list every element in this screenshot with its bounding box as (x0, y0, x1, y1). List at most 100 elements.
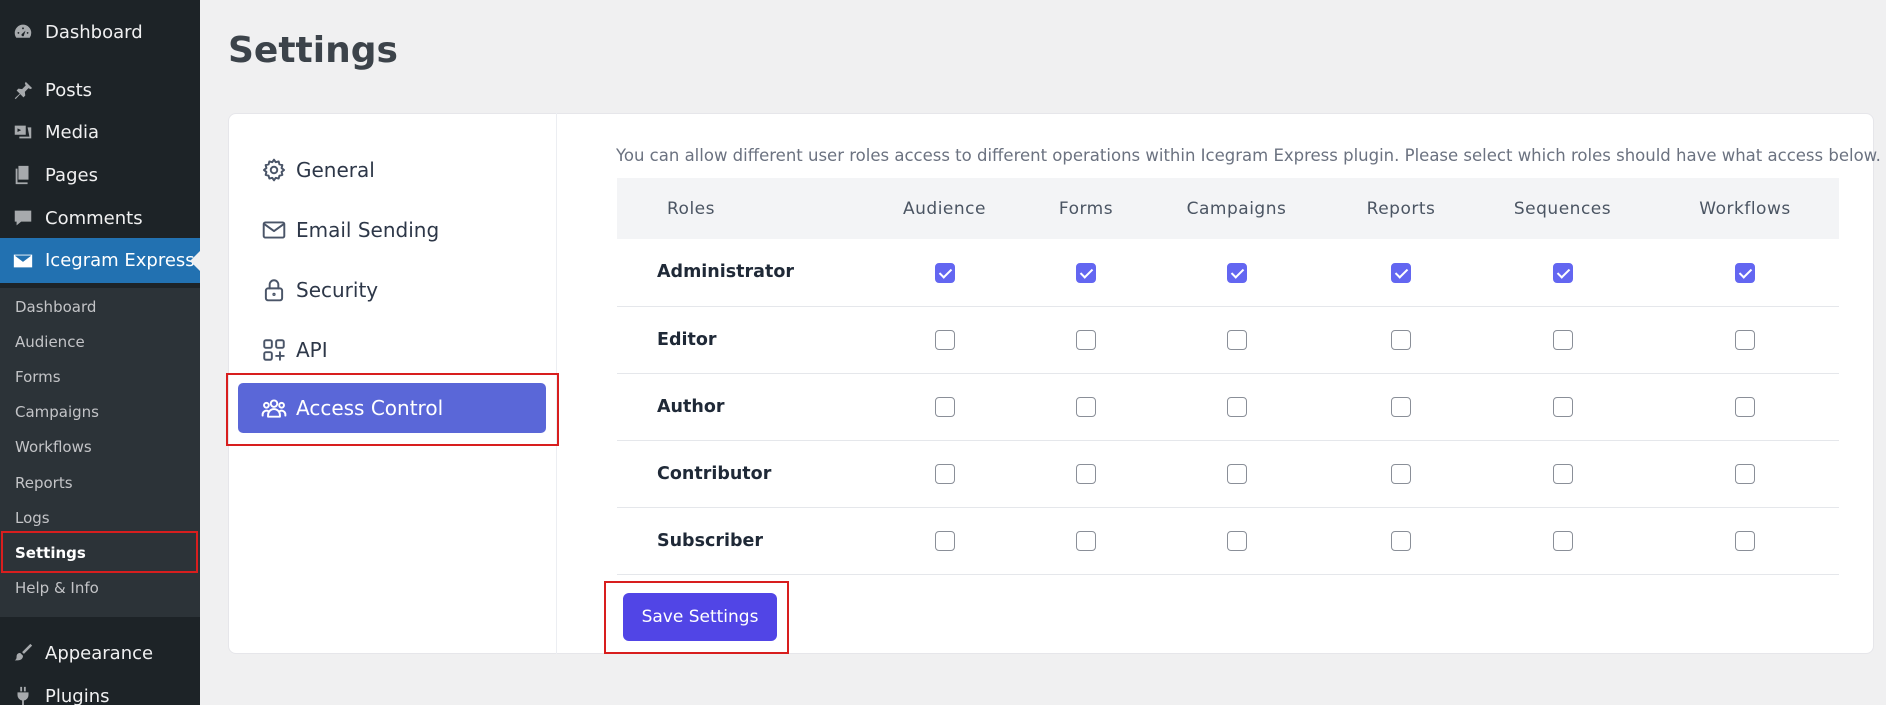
reports-checkbox[interactable] (1391, 463, 1411, 484)
page-title: Settings (228, 30, 398, 71)
sequences-checkbox[interactable] (1552, 463, 1573, 484)
audience-checkbox[interactable] (934, 396, 955, 417)
permission-cell (1651, 239, 1839, 306)
sidebar-item-label: Media (45, 121, 100, 143)
apps-icon (261, 337, 287, 363)
submenu-item-reports[interactable]: Reports (15, 474, 73, 492)
permission-cell (1145, 440, 1328, 507)
campaigns-checkbox[interactable] (1226, 463, 1247, 484)
workflows-checkbox[interactable] (1735, 262, 1755, 283)
reports-checkbox[interactable] (1391, 530, 1411, 551)
plug-icon (11, 684, 35, 705)
nav-item-security[interactable]: Security (238, 265, 546, 315)
sidebar-item-pages[interactable]: Pages (0, 155, 200, 195)
campaigns-checkbox[interactable] (1226, 262, 1247, 283)
sidebar-item-label: Icegram Express (45, 250, 195, 271)
submenu-item-campaigns[interactable]: Campaigns (15, 403, 99, 421)
sequences-checkbox[interactable] (1552, 329, 1573, 350)
table-row: Editor (617, 306, 1839, 373)
nav-item-email-sending[interactable]: Email Sending (238, 205, 546, 255)
sequences-checkbox[interactable] (1552, 262, 1573, 283)
forms-checkbox[interactable] (1076, 396, 1096, 417)
audience-checkbox[interactable] (934, 463, 955, 484)
highlight-box-save-button (604, 581, 789, 654)
submenu-item-audience[interactable]: Audience (15, 333, 85, 351)
brush-icon (11, 641, 35, 665)
forms-checkbox[interactable] (1076, 463, 1096, 484)
permission-cell (1328, 440, 1474, 507)
reports-checkbox[interactable] (1391, 262, 1411, 283)
sidebar-item-plugins[interactable]: Plugins (0, 676, 200, 705)
sidebar-item-label: Posts (45, 79, 93, 101)
submenu-item-workflows[interactable]: Workflows (15, 438, 92, 456)
sidebar-item-media[interactable]: Media (0, 112, 200, 152)
reports-checkbox[interactable] (1391, 396, 1411, 417)
submenu-item-logs[interactable]: Logs (15, 509, 50, 527)
permission-cell (1145, 507, 1328, 574)
envelope-icon (261, 217, 287, 243)
column-header-forms: Forms (1058, 198, 1114, 219)
audience-checkbox[interactable] (934, 530, 955, 551)
gear-icon (261, 157, 287, 183)
audience-checkbox[interactable] (934, 262, 955, 283)
sidebar-item-icegram-express[interactable]: Icegram Express (0, 238, 200, 283)
permission-cell (1651, 507, 1839, 574)
campaigns-checkbox[interactable] (1226, 530, 1247, 551)
permission-cell (1145, 239, 1328, 306)
permission-cell (1027, 507, 1145, 574)
permission-cell (862, 373, 1027, 440)
submenu-item-forms[interactable]: Forms (15, 368, 61, 386)
nav-item-api[interactable]: API (238, 325, 546, 375)
role-name: Administrator (657, 262, 795, 283)
column-header-workflows: Workflows (1699, 198, 1791, 219)
forms-checkbox[interactable] (1076, 530, 1096, 551)
submenu-item-dashboard[interactable]: Dashboard (15, 298, 96, 316)
nav-item-general[interactable]: General (238, 145, 546, 195)
table-row: Author (617, 373, 1839, 440)
submenu-item-help-info[interactable]: Help & Info (15, 579, 99, 597)
audience-checkbox[interactable] (934, 329, 955, 350)
permission-cell (1474, 239, 1651, 306)
permission-cell (1027, 373, 1145, 440)
permission-cell (1145, 306, 1328, 373)
workflows-checkbox[interactable] (1735, 463, 1755, 484)
comment-icon (11, 206, 35, 230)
permission-cell (1474, 507, 1651, 574)
workflows-checkbox[interactable] (1735, 329, 1755, 350)
sidebar-item-comments[interactable]: Comments (0, 198, 200, 238)
reports-checkbox[interactable] (1391, 329, 1411, 350)
table-header-row: Roles Audience Forms Campaigns Reports S… (617, 178, 1839, 239)
pages-icon (11, 163, 35, 187)
role-name: Subscriber (657, 530, 764, 551)
role-name: Author (657, 396, 725, 417)
sequences-checkbox[interactable] (1552, 530, 1573, 551)
nav-item-label: General (296, 158, 375, 182)
forms-checkbox[interactable] (1076, 329, 1096, 350)
dashboard-icon (11, 20, 35, 44)
permission-cell (1474, 440, 1651, 507)
workflows-checkbox[interactable] (1735, 396, 1755, 417)
sidebar-item-appearance[interactable]: Appearance (0, 633, 200, 673)
column-header-audience: Audience (903, 198, 986, 219)
column-header-roles: Roles (667, 198, 715, 219)
permission-cell (1027, 239, 1145, 306)
forms-checkbox[interactable] (1076, 262, 1096, 283)
permission-cell (1474, 373, 1651, 440)
permission-cell (1474, 306, 1651, 373)
sidebar-item-dashboard[interactable]: Dashboard (0, 12, 200, 52)
permission-cell (1651, 373, 1839, 440)
campaigns-checkbox[interactable] (1226, 396, 1247, 417)
sequences-checkbox[interactable] (1552, 396, 1573, 417)
permission-cell (862, 239, 1027, 306)
permission-cell (1328, 373, 1474, 440)
highlight-box-access-control (226, 373, 559, 446)
table-row: Subscriber (617, 507, 1839, 574)
permission-cell (1328, 306, 1474, 373)
lock-icon (261, 277, 287, 303)
sidebar-item-posts[interactable]: Posts (0, 70, 200, 110)
pin-icon (11, 78, 35, 102)
nav-item-label: Security (296, 278, 379, 302)
campaigns-checkbox[interactable] (1226, 329, 1247, 350)
workflows-checkbox[interactable] (1735, 530, 1755, 551)
sidebar-item-label: Comments (45, 207, 143, 229)
